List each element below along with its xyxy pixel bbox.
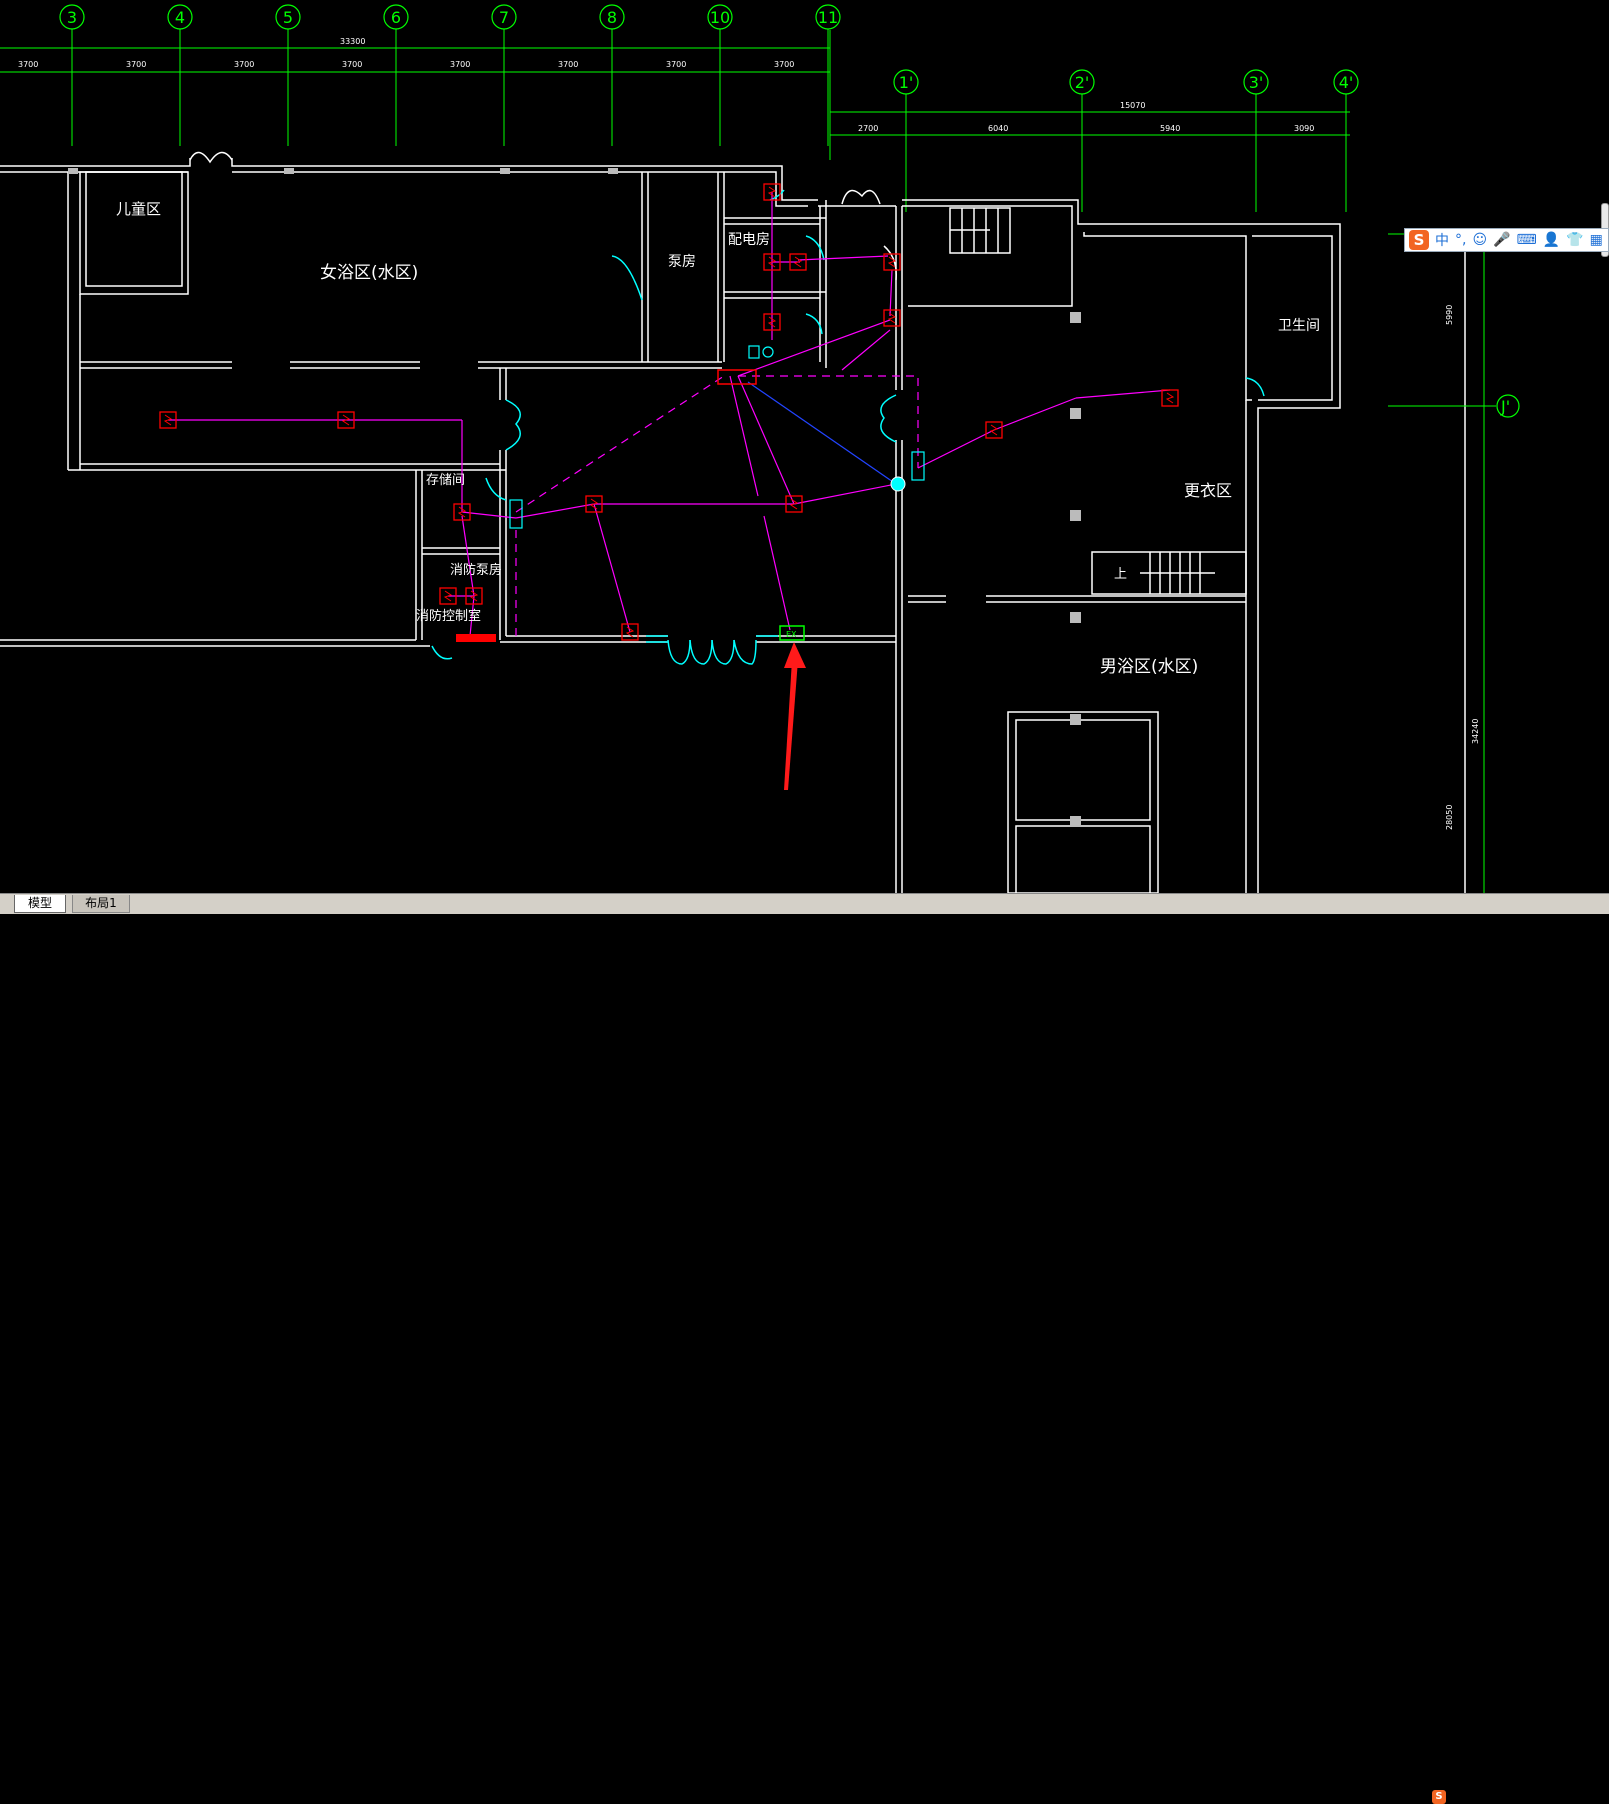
- room-label-children: 儿童区: [116, 200, 161, 218]
- room-label-pump: 泵房: [668, 254, 696, 270]
- axis-label-top: 3: [67, 8, 77, 27]
- room-label-women-bath: 女浴区(水区): [320, 263, 418, 283]
- walls: [0, 158, 1466, 893]
- light-fixture-device[interactable]: [621, 623, 639, 641]
- dim-vertical-3: 28050: [1445, 805, 1454, 830]
- cyan-panel-left[interactable]: [509, 499, 523, 529]
- dim-vertical-1: 5990: [1445, 305, 1454, 325]
- dim-total-top: 33300: [340, 37, 365, 46]
- room-label-changing: 更衣区: [1184, 481, 1232, 500]
- axis-label-top: 5: [283, 8, 293, 27]
- dim-span-right: 6040: [988, 124, 1008, 133]
- red-annotation-arrow: [784, 642, 806, 790]
- dim-span-top: 3700: [234, 60, 254, 69]
- tab-model[interactable]: 模型: [14, 895, 66, 913]
- cad-drawing-canvas[interactable]: 3 4 5 6 7 8 10 11 1' 2' 3' 4' 33300 3700 3700 3700 37…: [0, 0, 1609, 893]
- dashed-wires: [515, 375, 919, 636]
- axis-label-top: 7: [499, 8, 509, 27]
- sogou-logo-icon[interactable]: S: [1409, 230, 1429, 250]
- axis-label-top: 10: [710, 8, 730, 27]
- tab-layout1[interactable]: 布局1: [72, 895, 130, 913]
- axis-label-top: 11: [818, 8, 838, 27]
- user-icon[interactable]: 👤: [1543, 232, 1560, 248]
- ime-toolbar[interactable]: S 中 °, ☺ 🎤 ⌨ 👤 👕 ▦: [1404, 228, 1609, 252]
- sogou-tray-icon[interactable]: S: [1432, 1790, 1446, 1804]
- axis-label-top: 4: [175, 8, 185, 27]
- dim-spans-right: 2700 6040 5940 3090: [858, 124, 1314, 133]
- ime-punct-button[interactable]: °,: [1455, 232, 1466, 248]
- microphone-icon[interactable]: 🎤: [1493, 232, 1510, 248]
- tray-arrow-icon[interactable]: ⇕: [1450, 1790, 1459, 1804]
- dim-total-right: 15070: [1120, 101, 1145, 110]
- light-fixture-device[interactable]: [1161, 389, 1179, 407]
- cyan-switch[interactable]: [748, 345, 760, 359]
- room-label-toilet: 卫生间: [1278, 318, 1320, 334]
- dim-span-top: 3700: [18, 60, 38, 69]
- dim-span-top: 3700: [774, 60, 794, 69]
- dim-span-top: 3700: [342, 60, 362, 69]
- stair-up-label: 上: [1114, 567, 1127, 582]
- dim-span-top: 3700: [450, 60, 470, 69]
- axis-grid-top: 3 4 5 6 7 8 10 11: [59, 4, 841, 146]
- keyboard-icon[interactable]: ⌨: [1517, 232, 1537, 248]
- doors: [431, 189, 1265, 665]
- light-fixture-device[interactable]: [883, 309, 901, 327]
- structural-columns: [68, 168, 1081, 827]
- cyan-sensor[interactable]: [762, 346, 774, 358]
- room-label-storage: 存储间: [426, 473, 465, 488]
- layout-tab-bar: 模型 布局1 S ⇕: [0, 893, 1609, 1804]
- axis-label-right: 3': [1249, 73, 1264, 92]
- axis-label-right: 1': [899, 73, 914, 92]
- room-label-fire-pump: 消防泵房: [450, 562, 502, 578]
- ime-mode-button[interactable]: 中: [1435, 230, 1449, 250]
- axis-label-right: 2': [1075, 73, 1090, 92]
- axis-label-j: J': [1500, 397, 1510, 416]
- toolbox-icon[interactable]: ▦: [1590, 232, 1603, 248]
- dim-span-right: 2700: [858, 124, 878, 133]
- dimension-lines: [0, 30, 1350, 160]
- fire-control-panel[interactable]: [456, 634, 496, 642]
- exit-sign-label: EX: [786, 630, 797, 639]
- axis-label-right: 4': [1339, 73, 1354, 92]
- light-fixture-device[interactable]: [985, 421, 1003, 439]
- dim-span-right: 3090: [1294, 124, 1314, 133]
- dim-span-top: 3700: [666, 60, 686, 69]
- axis-grid-right: 1' 2' 3' 4': [893, 69, 1359, 212]
- skin-icon[interactable]: 👕: [1566, 232, 1583, 248]
- room-label-power: 配电房: [728, 232, 770, 248]
- dim-vertical-2: 34240: [1471, 719, 1480, 744]
- emoji-icon[interactable]: ☺: [1472, 232, 1487, 248]
- dim-spans-top: 3700 3700 3700 3700 3700 3700 3700 3700: [18, 60, 794, 69]
- room-label-men-bath: 男浴区(水区): [1100, 657, 1198, 677]
- system-tray: S ⇕: [1432, 1790, 1459, 1804]
- dim-span-right: 5940: [1160, 124, 1180, 133]
- dim-span-top: 3700: [126, 60, 146, 69]
- dim-span-top: 3700: [558, 60, 578, 69]
- junction-node[interactable]: [890, 476, 906, 492]
- axis-label-top: 8: [607, 8, 617, 27]
- room-label-fire-control: 消防控制室: [416, 608, 481, 624]
- axis-label-top: 6: [391, 8, 401, 27]
- blue-wire: [747, 381, 897, 485]
